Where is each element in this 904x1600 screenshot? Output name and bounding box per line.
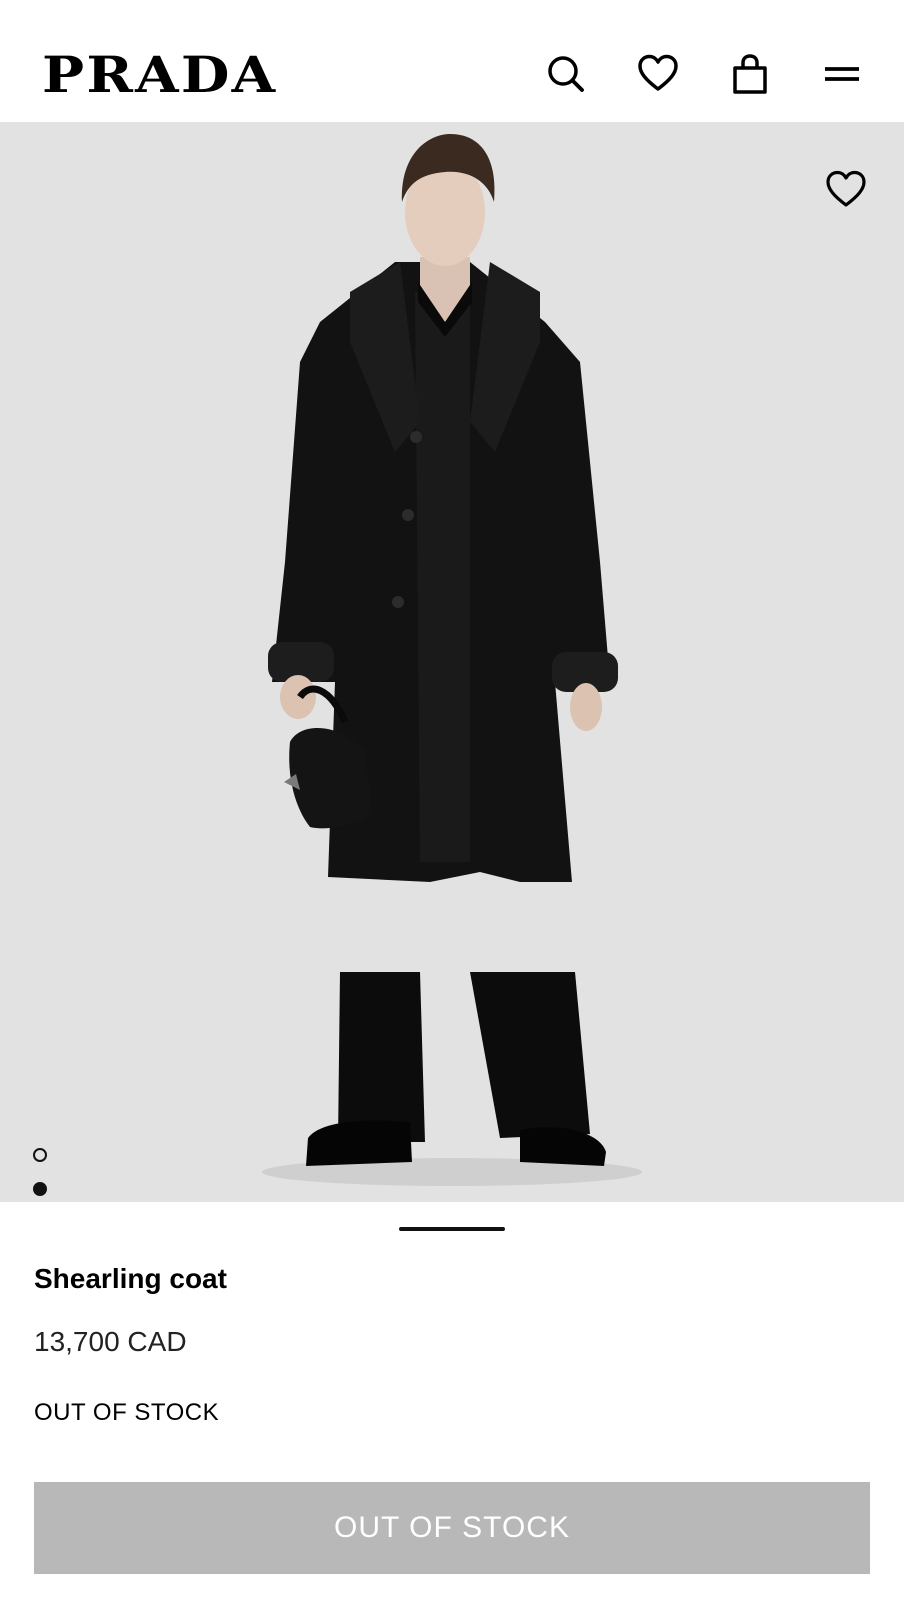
- out-of-stock-button[interactable]: OUT OF STOCK: [34, 1482, 870, 1574]
- model-photo: [262, 134, 642, 1186]
- shopping-bag-icon[interactable]: [728, 52, 772, 96]
- product-price: 13,700 CAD: [34, 1326, 187, 1357]
- gallery-dot-active[interactable]: [33, 1182, 47, 1196]
- gallery-dot[interactable]: [33, 1148, 47, 1162]
- product-name: Shearling coat: [34, 1263, 227, 1294]
- availability-status: OUT OF STOCK: [34, 1399, 220, 1426]
- wishlist-heart-icon[interactable]: [824, 168, 868, 212]
- brand-logo[interactable]: PRADA: [42, 44, 277, 106]
- menu-icon[interactable]: [820, 52, 864, 96]
- search-icon[interactable]: [544, 52, 588, 96]
- sheet-drag-handle[interactable]: [399, 1227, 505, 1231]
- top-header: PRADA: [0, 0, 904, 122]
- product-image-gallery[interactable]: [0, 122, 904, 1202]
- heart-icon[interactable]: [636, 52, 680, 96]
